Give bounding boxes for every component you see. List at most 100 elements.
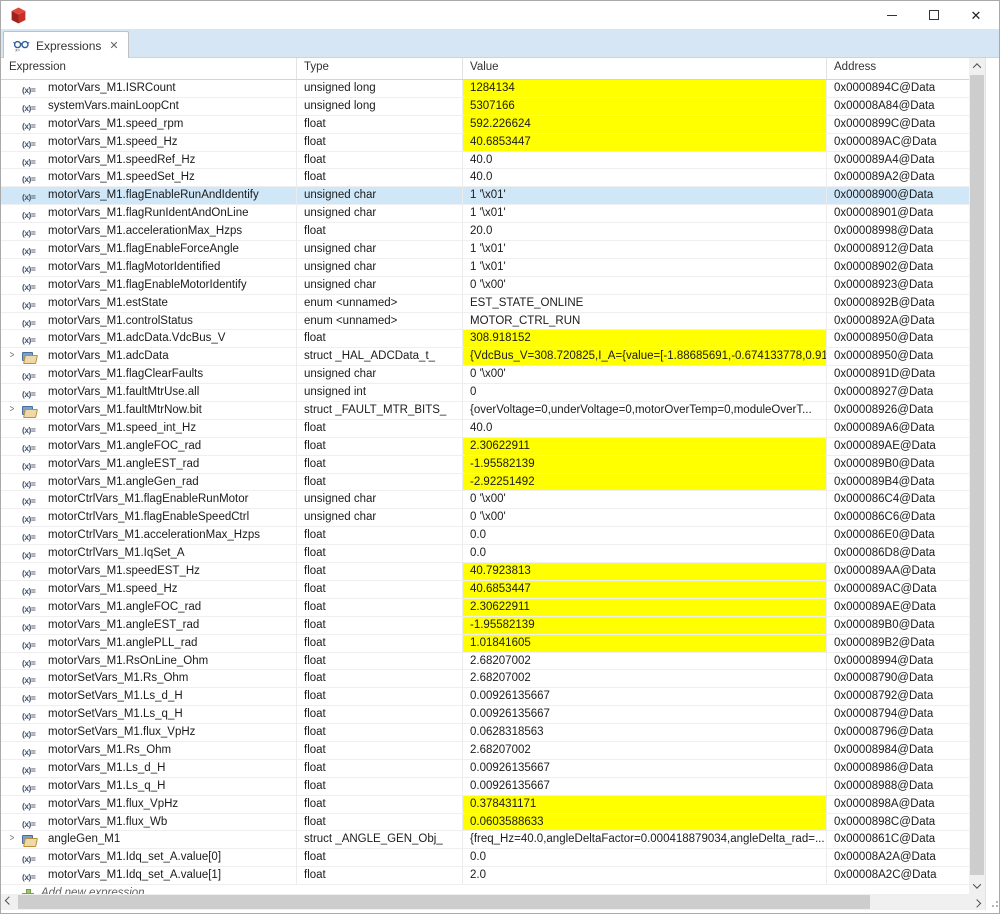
expression-cell[interactable]: (x)= motorSetVars_M1.flux_VpHz	[1, 724, 297, 742]
table-row[interactable]: (x)= motorVars_M1.angleFOC_rad float 2.3…	[1, 438, 969, 456]
table-row[interactable]: (x)= motorCtrlVars_M1.flagEnableRunMotor…	[1, 491, 969, 509]
table-row[interactable]: > motorVars_M1.adcData struct _HAL_ADCDa…	[1, 348, 969, 366]
value-cell[interactable]: 40.0	[463, 420, 827, 438]
expression-cell[interactable]: (x)= motorVars_M1.speedEST_Hz	[1, 563, 297, 581]
table-row[interactable]: (x)= systemVars.mainLoopCnt unsigned lon…	[1, 98, 969, 116]
table-row[interactable]: (x)= motorVars_M1.flagMotorIdentified un…	[1, 259, 969, 277]
expression-cell[interactable]: (x)= motorVars_M1.angleEST_rad	[1, 456, 297, 474]
value-cell[interactable]: -1.95582139	[463, 617, 827, 635]
expression-cell[interactable]: (x)= motorVars_M1.flux_VpHz	[1, 796, 297, 814]
expression-cell[interactable]: (x)= systemVars.mainLoopCnt	[1, 98, 297, 116]
table-row[interactable]: (x)= motorCtrlVars_M1.flagEnableSpeedCtr…	[1, 509, 969, 527]
value-cell[interactable]: 2.30622911	[463, 599, 827, 617]
value-cell[interactable]: 0	[463, 384, 827, 402]
expander-icon[interactable]: >	[10, 350, 15, 361]
table-row[interactable]: (x)= motorVars_M1.faultMtrUse.all unsign…	[1, 384, 969, 402]
expression-cell[interactable]: (x)= motorCtrlVars_M1.IqSet_A	[1, 545, 297, 563]
value-cell[interactable]: 0 '\x00'	[463, 509, 827, 527]
value-cell[interactable]: 2.68207002	[463, 653, 827, 671]
value-cell[interactable]: 0 '\x00'	[463, 277, 827, 295]
table-row[interactable]: (x)= motorVars_M1.speed_rpm float 592.22…	[1, 116, 969, 134]
table-row[interactable]: (x)= motorCtrlVars_M1.accelerationMax_Hz…	[1, 527, 969, 545]
expression-cell[interactable]: (x)= motorSetVars_M1.Ls_q_H	[1, 706, 297, 724]
table-row[interactable]: (x)= motorVars_M1.flagEnableMotorIdentif…	[1, 277, 969, 295]
value-cell[interactable]: 0 '\x00'	[463, 366, 827, 384]
table-row[interactable]: (x)= motorVars_M1.angleGen_rad float -2.…	[1, 474, 969, 492]
table-row[interactable]: (x)= motorVars_M1.angleEST_rad float -1.…	[1, 617, 969, 635]
value-cell[interactable]: 40.6853447	[463, 134, 827, 152]
resize-grip[interactable]	[989, 898, 998, 907]
table-row[interactable]: (x)= motorVars_M1.accelerationMax_Hzps f…	[1, 223, 969, 241]
table-row[interactable]: (x)= motorVars_M1.flux_VpHz float 0.3784…	[1, 796, 969, 814]
expression-cell[interactable]: (x)= motorVars_M1.flagMotorIdentified	[1, 259, 297, 277]
expression-cell[interactable]: (x)= motorVars_M1.speed_int_Hz	[1, 420, 297, 438]
value-cell[interactable]: 0.00926135667	[463, 760, 827, 778]
value-cell[interactable]: 1 '\x01'	[463, 241, 827, 259]
expression-cell[interactable]: (x)= motorCtrlVars_M1.flagEnableSpeedCtr…	[1, 509, 297, 527]
expression-cell[interactable]: > motorVars_M1.adcData	[1, 348, 297, 366]
table-row[interactable]: (x)= motorVars_M1.Ls_q_H float 0.0092613…	[1, 778, 969, 796]
value-cell[interactable]: 0.0	[463, 527, 827, 545]
value-cell[interactable]: 0.0603588633	[463, 814, 827, 832]
table-row[interactable]: (x)= motorVars_M1.Idq_set_A.value[0] flo…	[1, 849, 969, 867]
column-header-expression[interactable]: Expression	[1, 58, 297, 79]
value-cell[interactable]: 1.01841605	[463, 635, 827, 653]
table-row[interactable]: (x)= motorVars_M1.adcData.VdcBus_V float…	[1, 330, 969, 348]
value-cell[interactable]: 0.00926135667	[463, 688, 827, 706]
value-cell[interactable]: 0.0	[463, 849, 827, 867]
expression-cell[interactable]: > angleGen_M1	[1, 831, 297, 849]
value-cell[interactable]: 1284134	[463, 80, 827, 98]
expression-cell[interactable]: (x)= motorVars_M1.angleFOC_rad	[1, 438, 297, 456]
value-cell[interactable]: 1 '\x01'	[463, 259, 827, 277]
expander-icon[interactable]: >	[10, 833, 15, 844]
expression-cell[interactable]: (x)= motorCtrlVars_M1.accelerationMax_Hz…	[1, 527, 297, 545]
window-minimize-button[interactable]	[871, 2, 913, 28]
expression-cell[interactable]: (x)= motorSetVars_M1.Rs_Ohm	[1, 670, 297, 688]
column-header-address[interactable]: Address	[827, 58, 969, 79]
expression-cell[interactable]: (x)= motorVars_M1.Ls_d_H	[1, 760, 297, 778]
value-cell[interactable]: 40.0	[463, 152, 827, 170]
column-header-type[interactable]: Type	[297, 58, 463, 79]
vertical-scrollbar-thumb[interactable]	[970, 75, 984, 875]
column-header-value[interactable]: Value	[463, 58, 827, 79]
expression-cell[interactable]: (x)= motorVars_M1.controlStatus	[1, 313, 297, 331]
value-cell[interactable]: {overVoltage=0,underVoltage=0,motorOverT…	[463, 402, 827, 420]
table-row[interactable]: (x)= motorVars_M1.flagClearFaults unsign…	[1, 366, 969, 384]
window-close-button[interactable]: ✕	[955, 2, 997, 28]
value-cell[interactable]: {VdcBus_V=308.720825,I_A={value=[-1.8868…	[463, 348, 827, 366]
expression-cell[interactable]: (x)= motorVars_M1.anglePLL_rad	[1, 635, 297, 653]
value-cell[interactable]: -2.92251492	[463, 474, 827, 492]
expression-cell[interactable]: (x)= motorVars_M1.Ls_q_H	[1, 778, 297, 796]
value-cell[interactable]: 0.00926135667	[463, 706, 827, 724]
table-row[interactable]: (x)= motorVars_M1.RsOnLine_Ohm float 2.6…	[1, 653, 969, 671]
expression-cell[interactable]: (x)= motorVars_M1.ISRCount	[1, 80, 297, 98]
expression-cell[interactable]: (x)= motorVars_M1.Idq_set_A.value[0]	[1, 849, 297, 867]
table-row[interactable]: (x)= motorVars_M1.Ls_d_H float 0.0092613…	[1, 760, 969, 778]
table-row[interactable]: (x)= motorVars_M1.speedEST_Hz float 40.7…	[1, 563, 969, 581]
tab-expressions[interactable]: x= Expressions ✕	[3, 31, 129, 59]
expression-cell[interactable]: (x)= motorVars_M1.speedRef_Hz	[1, 152, 297, 170]
table-row[interactable]: (x)= motorSetVars_M1.Ls_q_H float 0.0092…	[1, 706, 969, 724]
table-row[interactable]: (x)= motorVars_M1.flagEnableRunAndIdenti…	[1, 187, 969, 205]
value-cell[interactable]: 2.0	[463, 867, 827, 885]
expression-cell[interactable]: (x)= motorVars_M1.flagClearFaults	[1, 366, 297, 384]
value-cell[interactable]: 40.0	[463, 169, 827, 187]
value-cell[interactable]: 592.226624	[463, 116, 827, 134]
expression-cell[interactable]: (x)= motorVars_M1.Rs_Ohm	[1, 742, 297, 760]
expander-icon[interactable]: >	[10, 404, 15, 415]
table-row[interactable]: (x)= motorVars_M1.Rs_Ohm float 2.6820700…	[1, 742, 969, 760]
table-row[interactable]: (x)= motorVars_M1.controlStatus enum <un…	[1, 313, 969, 331]
horizontal-scrollbar[interactable]	[1, 894, 985, 910]
value-cell[interactable]: 2.68207002	[463, 742, 827, 760]
expression-cell[interactable]: (x)= motorVars_M1.RsOnLine_Ohm	[1, 653, 297, 671]
tab-close-icon[interactable]: ✕	[109, 39, 118, 52]
scroll-right-button[interactable]	[969, 894, 985, 910]
scroll-up-button[interactable]	[969, 58, 985, 74]
value-cell[interactable]: EST_STATE_ONLINE	[463, 295, 827, 313]
table-row[interactable]: (x)= motorVars_M1.ISRCount unsigned long…	[1, 80, 969, 98]
expression-cell[interactable]: (x)= motorVars_M1.flagEnableMotorIdentif…	[1, 277, 297, 295]
expression-cell[interactable]: (x)= motorVars_M1.flagRunIdentAndOnLine	[1, 205, 297, 223]
expression-cell[interactable]: (x)= motorVars_M1.faultMtrUse.all	[1, 384, 297, 402]
table-row[interactable]: (x)= motorVars_M1.flagRunIdentAndOnLine …	[1, 205, 969, 223]
scroll-left-button[interactable]	[1, 894, 17, 910]
